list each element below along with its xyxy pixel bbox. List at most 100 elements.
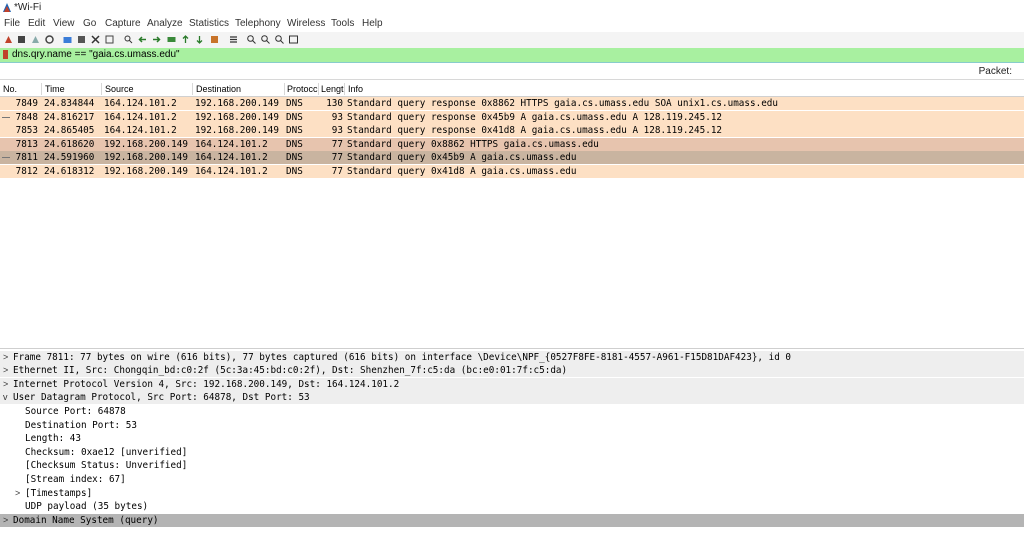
display-filter-input[interactable]: dns.qry.name == "gaia.cs.umass.edu" <box>12 49 180 60</box>
packet-time: 24.618312 <box>44 166 95 177</box>
tree-item-label: Source Port: 64878 <box>25 406 126 417</box>
menu-telephony[interactable]: Telephony <box>235 18 281 29</box>
packet-row[interactable]: 7849 24.834844 164.124.101.2 192.168.200… <box>0 97 1024 110</box>
autoscroll-icon[interactable] <box>210 35 219 44</box>
packet-row[interactable]: 7853 24.865405 164.124.101.2 192.168.200… <box>0 124 1024 137</box>
main-toolbar <box>0 32 1024 49</box>
tree-item-udp[interactable]: v User Datagram Protocol, Src Port: 6487… <box>0 391 1024 404</box>
tree-item-label: [Stream index: 67] <box>25 474 126 485</box>
packet-destination: 164.124.101.2 <box>195 139 268 150</box>
packet-no: 7848 <box>15 112 38 123</box>
packet-length: 77 <box>331 166 343 177</box>
tree-item-length[interactable]: Length: 43 <box>0 432 1024 445</box>
expand-arrow-icon[interactable]: > <box>3 379 8 389</box>
tree-item-frame[interactable]: > Frame 7811: 77 bytes on wire (616 bits… <box>0 351 1024 364</box>
tree-item-label: UDP payload (35 bytes) <box>25 501 149 512</box>
menu-help[interactable]: Help <box>362 18 383 29</box>
start-capture-icon[interactable] <box>4 35 13 44</box>
packet-time: 24.816217 <box>44 112 95 123</box>
menu-capture[interactable]: Capture <box>105 18 141 29</box>
tree-item-label: Domain Name System (query) <box>13 515 159 526</box>
colorize-icon[interactable] <box>229 35 238 44</box>
packet-search-label: Packet: <box>978 66 1012 77</box>
column-no[interactable]: No. <box>3 84 17 94</box>
first-packet-icon[interactable] <box>181 35 190 44</box>
tree-item-label: Checksum: 0xae12 [unverified] <box>25 447 188 458</box>
expand-arrow-icon[interactable]: > <box>3 352 8 362</box>
packet-source: 192.168.200.149 <box>104 139 188 150</box>
packet-protocol: DNS <box>286 139 303 150</box>
expand-arrow-icon[interactable]: > <box>3 365 8 375</box>
open-file-icon[interactable] <box>63 35 72 44</box>
packet-source: 192.168.200.149 <box>104 152 188 163</box>
stop-capture-icon[interactable] <box>17 35 26 44</box>
packet-protocol: DNS <box>286 166 303 177</box>
column-source[interactable]: Source <box>105 84 134 94</box>
column-destination[interactable]: Destination <box>196 84 241 94</box>
save-file-icon[interactable] <box>77 35 86 44</box>
menu-bar: File Edit View Go Capture Analyze Statis… <box>0 16 1024 32</box>
column-info[interactable]: Info <box>348 84 363 94</box>
tree-item-timestamps[interactable]: > [Timestamps] <box>0 487 1024 500</box>
menu-edit[interactable]: Edit <box>28 18 45 29</box>
reload-file-icon[interactable] <box>105 35 114 44</box>
go-forward-icon[interactable] <box>152 35 161 44</box>
tree-item-checksum[interactable]: Checksum: 0xae12 [unverified] <box>0 446 1024 459</box>
tree-item-ethernet[interactable]: > Ethernet II, Src: Chongqin_bd:c0:2f (5… <box>0 364 1024 377</box>
tree-item-source-port[interactable]: Source Port: 64878 <box>0 405 1024 418</box>
packet-protocol: DNS <box>286 98 303 109</box>
zoom-out-icon[interactable] <box>261 35 270 44</box>
expand-arrow-icon[interactable]: > <box>3 515 8 525</box>
column-length[interactable]: Lengt <box>321 84 344 94</box>
menu-view[interactable]: View <box>53 18 75 29</box>
menu-file[interactable]: File <box>4 18 20 29</box>
column-protocol[interactable]: Protocc <box>287 84 318 94</box>
packet-details-pane: > Frame 7811: 77 bytes on wire (616 bits… <box>0 348 1024 552</box>
packet-row[interactable]: 7848 24.816217 164.124.101.2 192.168.200… <box>0 111 1024 124</box>
packet-protocol: DNS <box>286 125 303 136</box>
go-to-packet-icon[interactable] <box>167 35 176 44</box>
menu-go[interactable]: Go <box>83 18 96 29</box>
expand-arrow-icon[interactable]: > <box>15 488 20 498</box>
tree-item-label: [Checksum Status: Unverified] <box>25 460 188 471</box>
packet-source: 164.124.101.2 <box>104 112 177 123</box>
restart-capture-icon[interactable] <box>31 35 40 44</box>
packet-no: 7811 <box>15 152 38 163</box>
menu-statistics[interactable]: Statistics <box>189 18 229 29</box>
packet-row-selected[interactable]: 7811 24.591960 192.168.200.149 164.124.1… <box>0 151 1024 164</box>
display-filter-bar[interactable]: dns.qry.name == "gaia.cs.umass.edu" <box>0 48 1024 63</box>
last-packet-icon[interactable] <box>195 35 204 44</box>
packet-info: Standard query response 0x41d8 A gaia.cs… <box>347 125 723 136</box>
bookmark-icon[interactable] <box>3 50 8 59</box>
tree-item-destination-port[interactable]: Destination Port: 53 <box>0 419 1024 432</box>
packet-list-header: No. Time Source Destination Protocc Leng… <box>0 82 1024 97</box>
packet-source: 164.124.101.2 <box>104 98 177 109</box>
tree-item-ipv4[interactable]: > Internet Protocol Version 4, Src: 192.… <box>0 378 1024 391</box>
resize-columns-icon[interactable] <box>289 35 298 44</box>
title-bar: *Wi-Fi <box>0 0 1024 16</box>
menu-wireless[interactable]: Wireless <box>287 18 325 29</box>
packet-destination: 192.168.200.149 <box>195 112 279 123</box>
capture-options-icon[interactable] <box>45 35 54 44</box>
go-back-icon[interactable] <box>138 35 147 44</box>
collapse-arrow-icon[interactable]: v <box>3 392 8 402</box>
packet-row[interactable]: 7813 24.618620 192.168.200.149 164.124.1… <box>0 138 1024 151</box>
zoom-in-icon[interactable] <box>247 35 256 44</box>
tree-item-stream-index[interactable]: [Stream index: 67] <box>0 473 1024 486</box>
menu-analyze[interactable]: Analyze <box>147 18 183 29</box>
tree-item-label: Frame 7811: 77 bytes on wire (616 bits),… <box>13 352 792 363</box>
normal-size-icon[interactable] <box>275 35 284 44</box>
packet-info: Standard query 0x8862 HTTPS gaia.cs.umas… <box>347 139 599 150</box>
find-packet-icon[interactable] <box>124 35 133 44</box>
packet-row[interactable]: 7812 24.618312 192.168.200.149 164.124.1… <box>0 165 1024 178</box>
packet-no: 7853 <box>15 125 38 136</box>
window-title: *Wi-Fi <box>14 2 42 13</box>
column-time[interactable]: Time <box>45 84 65 94</box>
menu-tools[interactable]: Tools <box>331 18 354 29</box>
tree-item-checksum-status[interactable]: [Checksum Status: Unverified] <box>0 459 1024 472</box>
packet-no: 7812 <box>15 166 38 177</box>
tree-item-udp-payload[interactable]: UDP payload (35 bytes) <box>0 500 1024 513</box>
close-file-icon[interactable] <box>91 35 100 44</box>
packet-destination: 164.124.101.2 <box>195 152 268 163</box>
tree-item-dns-selected[interactable]: > Domain Name System (query) <box>0 514 1024 527</box>
